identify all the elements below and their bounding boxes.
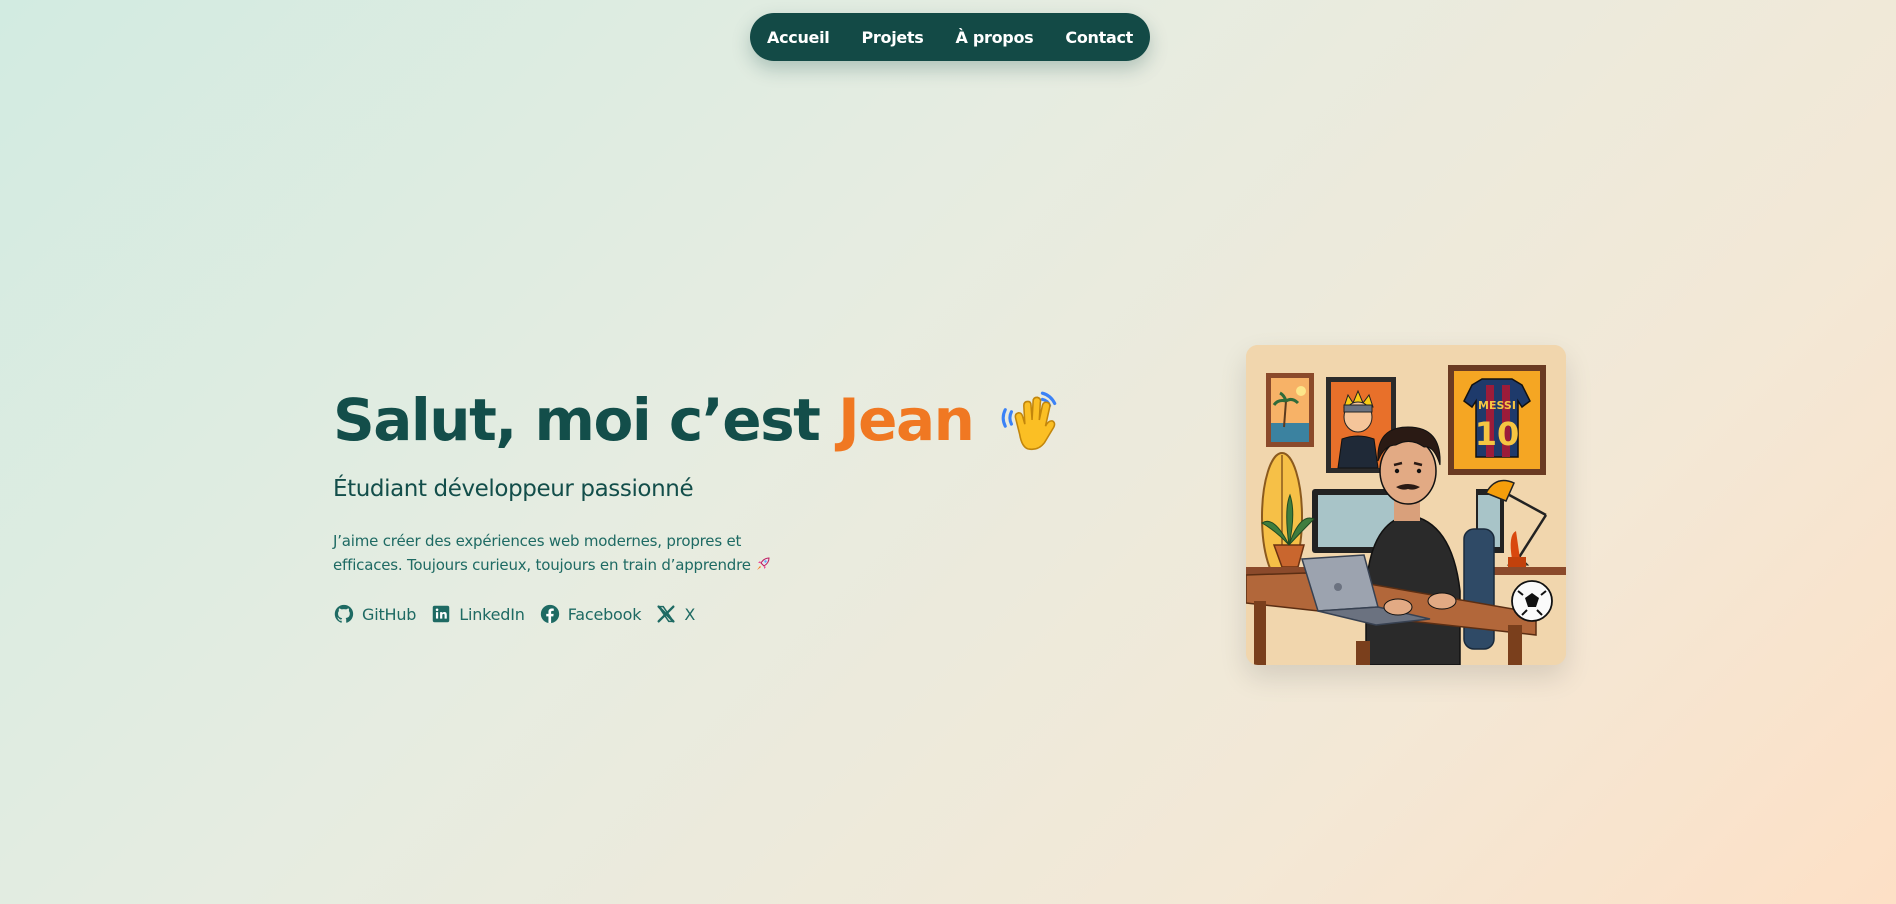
linkedin-label: LinkedIn <box>459 604 525 624</box>
rocket-icon <box>755 555 771 571</box>
facebook-label: Facebook <box>567 604 642 624</box>
hero-description: J’aime créer des expériences web moderne… <box>333 529 773 577</box>
jersey-name: MESSI <box>1478 399 1516 412</box>
developer-illustration: MESSI 10 <box>1246 345 1566 665</box>
main-navbar: Accueil Projets À propos Contact <box>750 13 1150 61</box>
github-icon <box>334 604 354 623</box>
facebook-link[interactable]: Facebook <box>539 603 642 625</box>
github-label: GitHub <box>362 604 417 624</box>
hero-greeting: Salut, moi c’est <box>333 386 839 454</box>
github-link[interactable]: GitHub <box>333 603 416 625</box>
hero-subtitle: Étudiant développeur passionné <box>333 476 694 502</box>
linkedin-link[interactable]: LinkedIn <box>430 603 525 625</box>
hero-section: Salut, moi c’est Jean Étudiant développe… <box>333 380 1057 625</box>
hero-description-text: J’aime créer des expériences web moderne… <box>333 532 751 574</box>
nav-link-contact[interactable]: Contact <box>1065 28 1133 47</box>
nav-link-projets[interactable]: Projets <box>861 28 923 47</box>
hero-headline: Salut, moi c’est Jean <box>333 380 1057 460</box>
x-link[interactable]: X <box>655 603 695 625</box>
facebook-icon <box>540 604 559 624</box>
x-icon <box>657 605 676 623</box>
nav-link-accueil[interactable]: Accueil <box>767 28 830 47</box>
waving-hand-icon <box>997 387 1063 453</box>
linkedin-icon <box>433 605 450 623</box>
nav-link-a-propos[interactable]: À propos <box>956 28 1034 47</box>
social-links: GitHub LinkedIn Facebook X <box>333 603 1033 625</box>
jersey-number: 10 <box>1475 415 1520 453</box>
hero-name: Jean <box>838 386 975 454</box>
x-label: X <box>684 604 696 624</box>
